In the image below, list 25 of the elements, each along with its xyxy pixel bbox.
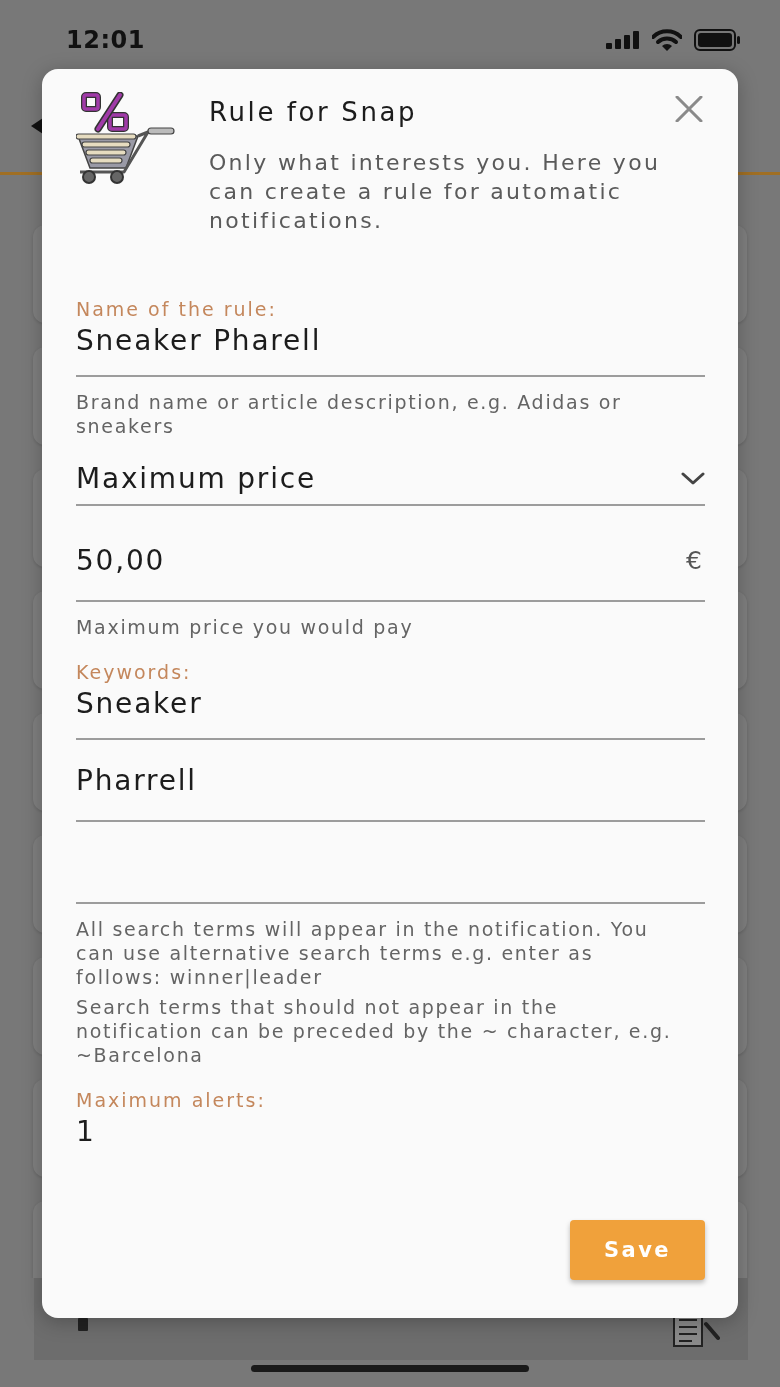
status-time: 12:01 <box>66 26 145 54</box>
helper-text: All search terms will appear in the notification. You can use alternative search terms e.g. enter as follows: winner|leader <box>76 917 650 989</box>
pin-icon <box>78 1318 88 1331</box>
chevron-down-icon <box>681 472 705 486</box>
battery-icon <box>694 29 740 51</box>
dialog-title: Rule for Snap <box>209 96 418 128</box>
wifi-icon <box>652 29 682 51</box>
currency-suffix: € <box>686 545 703 577</box>
signal-icon <box>606 31 640 49</box>
dialog-description: Only what interests you. Here you can create a rule for automatic notifications. <box>209 149 662 235</box>
field-value: 1 <box>76 1115 94 1149</box>
helper-text: Brand name or article description, e.g. Adidas or sneakers <box>76 390 623 438</box>
field-label: Maximum alerts: <box>76 1088 267 1112</box>
close-button[interactable] <box>673 96 705 122</box>
text-field[interactable]: 50,00 € <box>76 520 705 602</box>
text-field[interactable]: Sneaker Pharell <box>76 321 705 377</box>
helper-text: Maximum price you would pay <box>76 615 415 639</box>
field-label: Name of the rule: <box>76 297 278 321</box>
text-field[interactable]: Sneaker <box>76 684 705 740</box>
text-field[interactable]: Pharrell <box>76 740 705 822</box>
field-label: Keywords: <box>76 660 193 684</box>
close-icon <box>673 96 705 122</box>
select-field[interactable]: Maximum price <box>76 462 705 506</box>
discount-cart-icon <box>76 92 176 184</box>
helper-text: Search terms that should not appear in the notification can be preceded by the ~ character, e.g. ~Barcelona <box>76 995 673 1067</box>
